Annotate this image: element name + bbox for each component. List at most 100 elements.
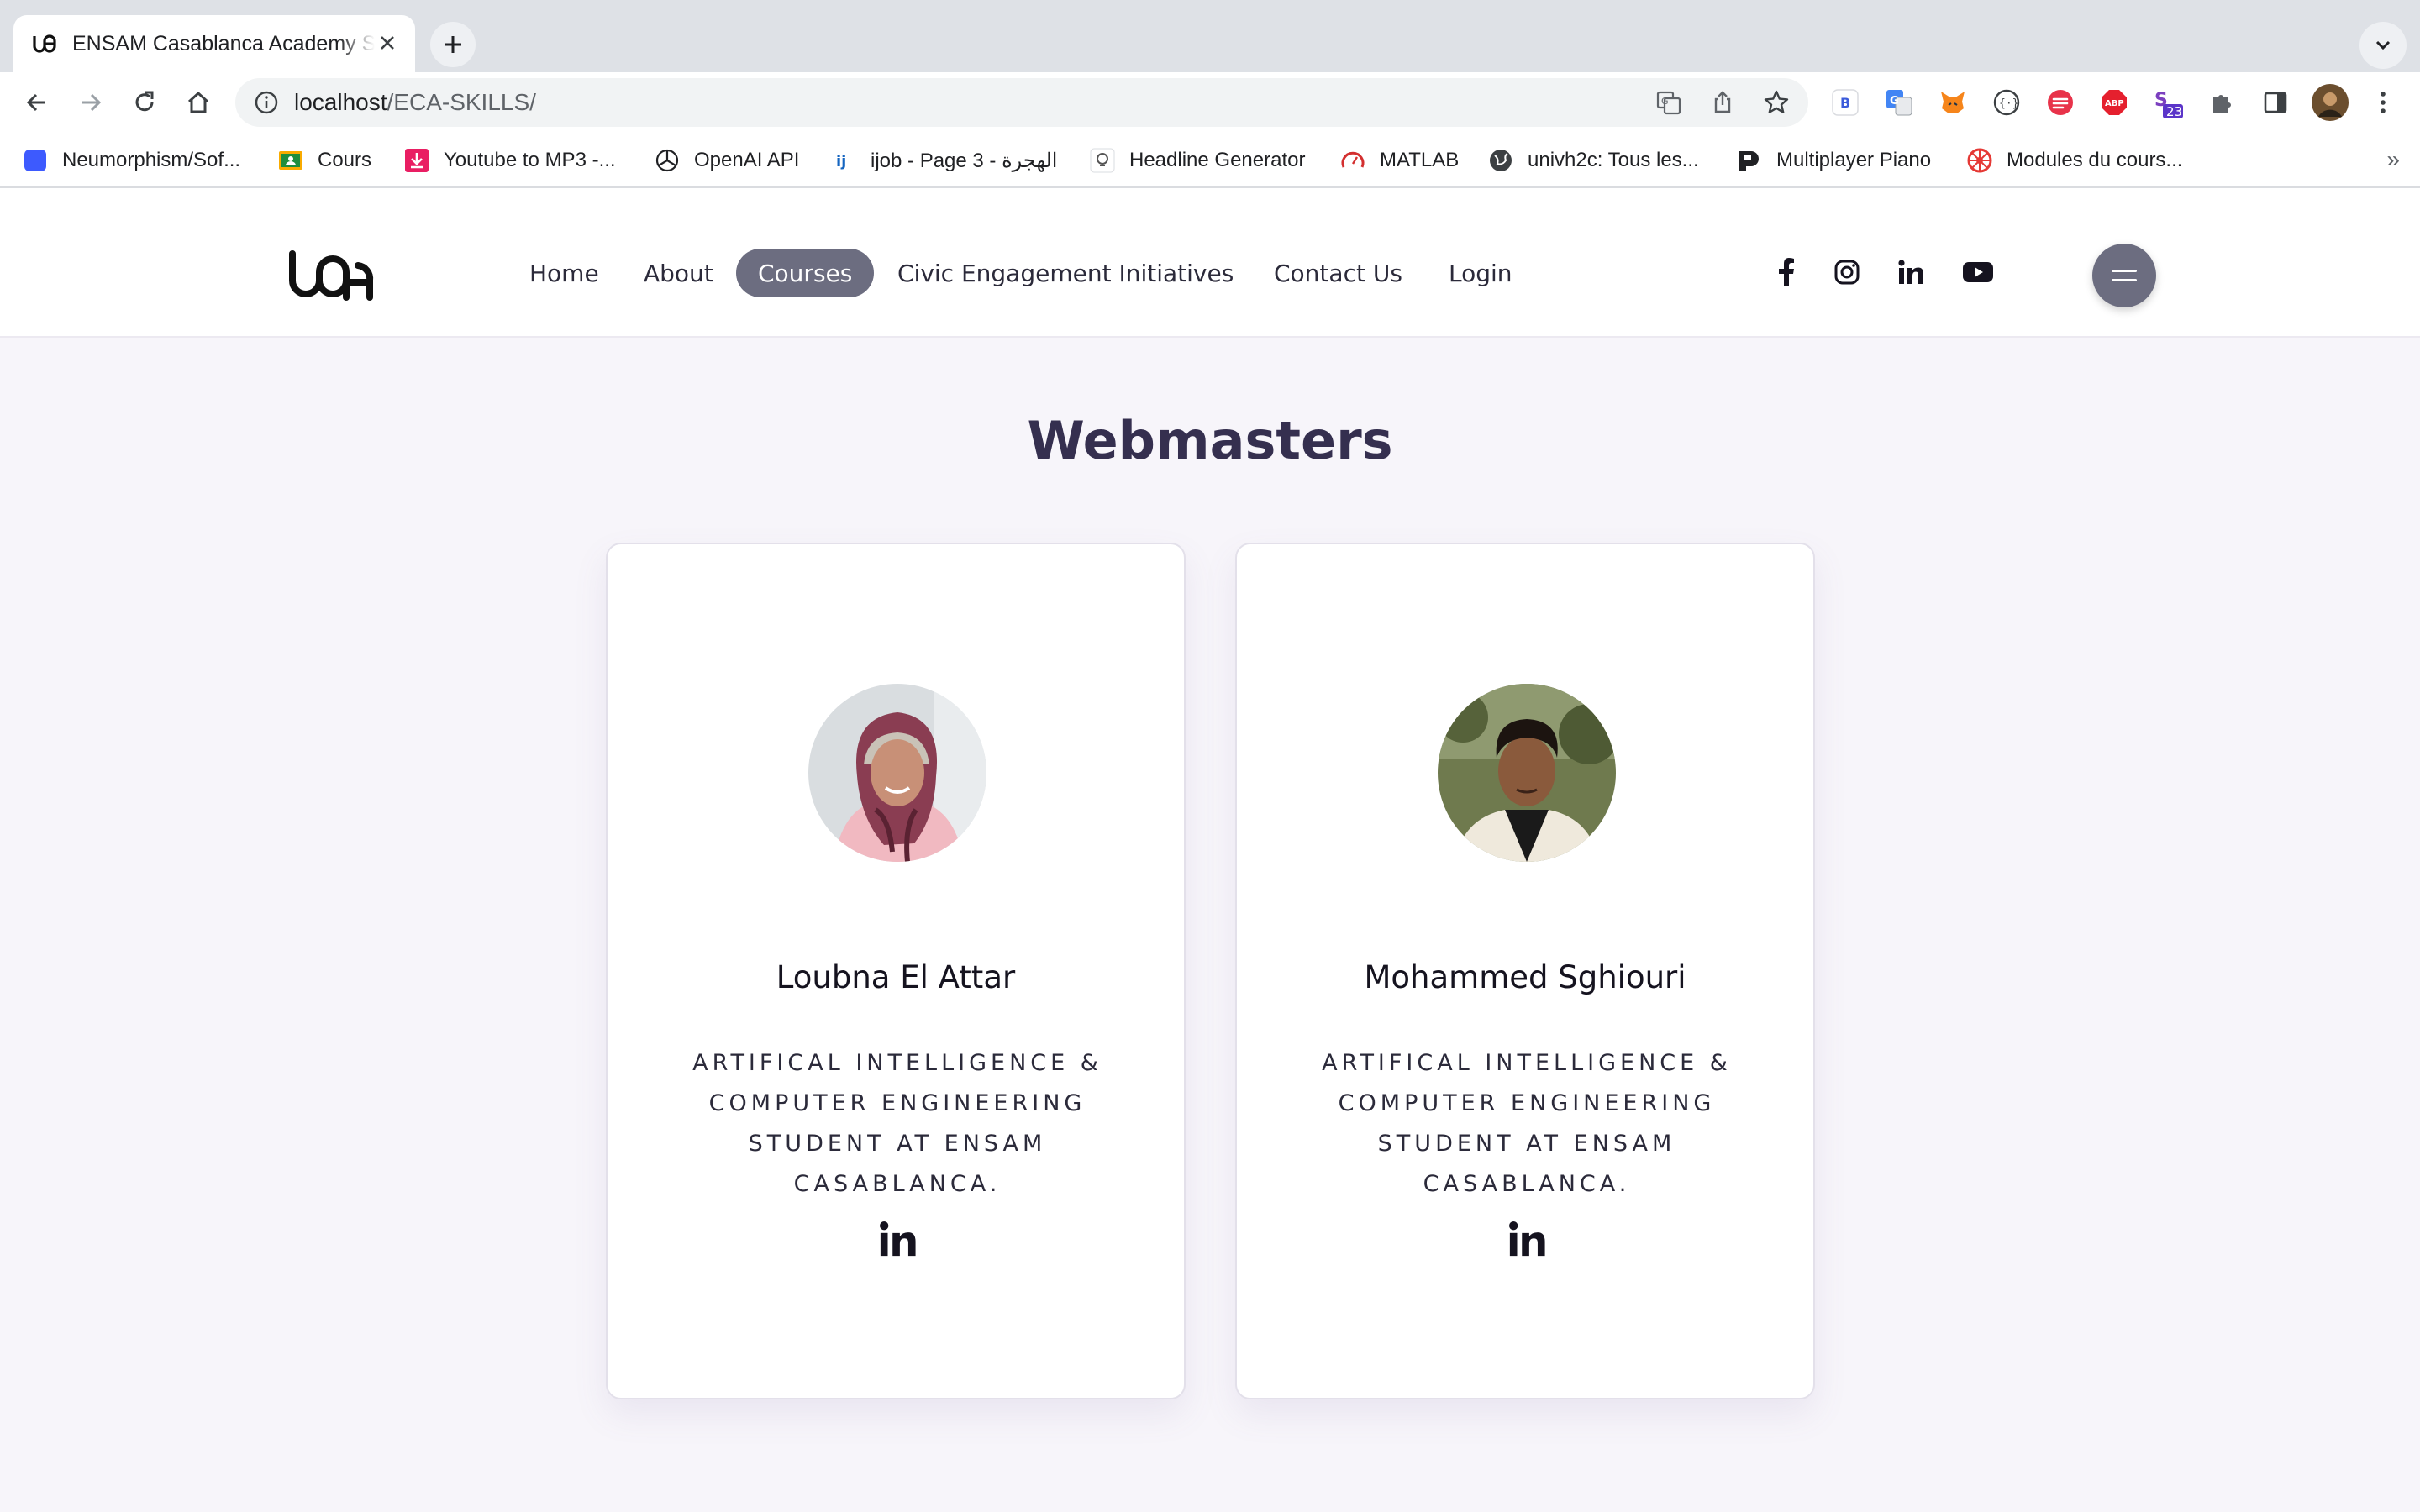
bookmark-item[interactable]: Youtube to MP3 -... <box>403 143 616 178</box>
extension-b-icon: B <box>1832 89 1859 116</box>
webmaster-name: Mohammed Sghiouri <box>1364 959 1686 995</box>
home-button[interactable] <box>180 84 217 121</box>
site-header: Home About Courses Civic Engagement Init… <box>0 188 2420 338</box>
profile-button[interactable] <box>2311 83 2349 122</box>
extension-b-button[interactable]: B <box>1828 86 1862 119</box>
url-text: localhost/ECA-SKILLS/ <box>294 89 536 116</box>
fox-icon <box>1941 92 1965 113</box>
bookmark-item[interactable]: Multiplayer Piano <box>1736 143 1931 178</box>
address-bar[interactable]: localhost/ECA-SKILLS/ G <box>235 78 1808 127</box>
bookmark-label: univh2c: Tous les... <box>1528 149 1699 171</box>
instagram-icon[interactable] <box>1828 254 1865 291</box>
puzzle-icon <box>2213 95 2231 113</box>
chevron-down-icon <box>2375 40 2391 50</box>
tab-strip: ENSAM Casablanca Academy Skills <box>0 0 2420 72</box>
avatar <box>808 684 986 862</box>
forward-button[interactable] <box>72 84 109 121</box>
linkedin-icon[interactable] <box>1507 1220 1546 1258</box>
bookmark-star-button[interactable] <box>1760 86 1793 119</box>
bookmark-item[interactable]: OpenAI API <box>654 143 799 178</box>
menu-line <box>2112 279 2137 281</box>
nav-login[interactable]: Login <box>1427 249 1534 297</box>
share-button[interactable] <box>1706 86 1739 119</box>
bookmark-item[interactable]: Neumorphism/Sof... <box>22 143 240 178</box>
bookmarks-bar: Neumorphism/Sof... Cours Youtube to MP3 … <box>0 133 2420 188</box>
nav-about[interactable]: About <box>622 249 735 297</box>
youtube-icon[interactable] <box>1960 254 1996 291</box>
download-icon <box>403 147 430 174</box>
ijob-icon: ij <box>830 147 857 174</box>
stylus-extension[interactable]: S 23 <box>2151 86 2185 119</box>
facebook-icon[interactable] <box>1768 254 1805 291</box>
nav-home[interactable]: Home <box>508 249 621 297</box>
star-icon <box>1764 90 1789 113</box>
browser-tab[interactable]: ENSAM Casablanca Academy Skills <box>13 15 415 72</box>
browser-toolbar: localhost/ECA-SKILLS/ G B G {·} ABP S 23 <box>0 72 2420 133</box>
bookmark-label: Youtube to MP3 -... <box>444 149 616 171</box>
metamask-extension[interactable] <box>1936 86 1970 119</box>
gauge-icon <box>1339 147 1366 174</box>
info-icon[interactable] <box>254 90 279 115</box>
nav-contact[interactable]: Contact Us <box>1252 249 1424 297</box>
svg-text:G: G <box>1890 95 1899 108</box>
page-title: Webmasters <box>1027 410 1393 471</box>
translate-button[interactable]: G <box>1652 86 1686 119</box>
url-path: /ECA-SKILLS/ <box>387 89 536 115</box>
bookmark-item[interactable]: Headline Generator <box>1089 143 1305 178</box>
wheel-icon <box>1966 147 1993 174</box>
webmaster-name: Loubna El Attar <box>776 959 1016 995</box>
linkedin-icon[interactable] <box>1892 254 1929 291</box>
red-extension[interactable] <box>2044 86 2077 119</box>
browser-menu-button[interactable] <box>2366 86 2400 119</box>
bookmark-label: Headline Generator <box>1129 149 1306 171</box>
bookmark-item[interactable]: Modules du cours... <box>1966 143 2182 178</box>
extensions-button[interactable] <box>2205 86 2238 119</box>
reload-button[interactable] <box>126 84 163 121</box>
bookmark-label: ijob - Page 3 - الهجرة <box>871 149 1058 172</box>
bookmark-item[interactable]: MATLAB <box>1339 143 1459 178</box>
kebab-menu-icon <box>2381 92 2386 113</box>
nav-courses[interactable]: Courses <box>736 249 875 297</box>
back-button[interactable] <box>18 84 55 121</box>
extension-badge: 23 <box>2166 104 2183 119</box>
piano-icon <box>1736 147 1763 174</box>
google-translate-extension[interactable]: G <box>1882 86 1916 119</box>
tab-title: ENSAM Casablanca Academy Skills <box>72 31 375 55</box>
close-tab-icon[interactable] <box>375 30 400 55</box>
webmaster-role: ARTIFICAL INTELLIGENCE & COMPUTER ENGINE… <box>1322 1050 1732 1197</box>
avatar <box>1438 684 1616 862</box>
translate-icon: G <box>1656 91 1681 115</box>
svg-text:{·}: {·} <box>1999 97 2018 110</box>
openai-icon <box>654 147 681 174</box>
site-logo[interactable] <box>286 247 378 304</box>
webmaster-role: ARTIFICAL INTELLIGENCE & COMPUTER ENGINE… <box>692 1050 1102 1197</box>
linkedin-icon[interactable] <box>878 1220 917 1258</box>
code-circle-icon: {·} <box>1993 89 2020 116</box>
webmaster-card: Mohammed Sghiouri ARTIFICAL INTELLIGENCE… <box>1235 543 1815 1399</box>
bookmark-item[interactable]: univh2c: Tous les... <box>1487 143 1699 178</box>
bookmark-item[interactable]: Cours <box>277 143 371 178</box>
profile-avatar-icon <box>2312 84 2349 121</box>
more-bookmarks-button[interactable]: » <box>2386 146 2400 173</box>
hamburger-menu-button[interactable] <box>2092 244 2156 307</box>
bulb-icon <box>1089 147 1116 174</box>
new-tab-button[interactable] <box>430 22 476 67</box>
share-icon <box>1714 91 1731 113</box>
tab-search-button[interactable] <box>2360 22 2407 69</box>
url-host: localhost <box>294 89 387 115</box>
svg-text:G: G <box>1661 96 1669 107</box>
plus-icon <box>445 36 461 53</box>
bookmark-item[interactable]: ij ijob - Page 3 - الهجرة <box>830 143 1057 178</box>
nav-civic-engagement[interactable]: Civic Engagement Initiatives <box>876 249 1255 297</box>
side-panel-button[interactable] <box>2259 86 2292 119</box>
abp-icon: ABP <box>2102 90 2127 115</box>
bookmark-label: Multiplayer Piano <box>1776 149 1932 171</box>
bookmark-label: Neumorphism/Sof... <box>62 149 241 171</box>
code-extension[interactable]: {·} <box>1990 86 2023 119</box>
globe-icon <box>1487 147 1514 174</box>
bookmark-label: MATLAB <box>1380 149 1460 171</box>
adblock-extension[interactable]: ABP <box>2097 86 2131 119</box>
site-favicon-icon <box>33 34 56 53</box>
square-icon <box>22 147 49 174</box>
arrow-left-icon <box>26 93 45 112</box>
